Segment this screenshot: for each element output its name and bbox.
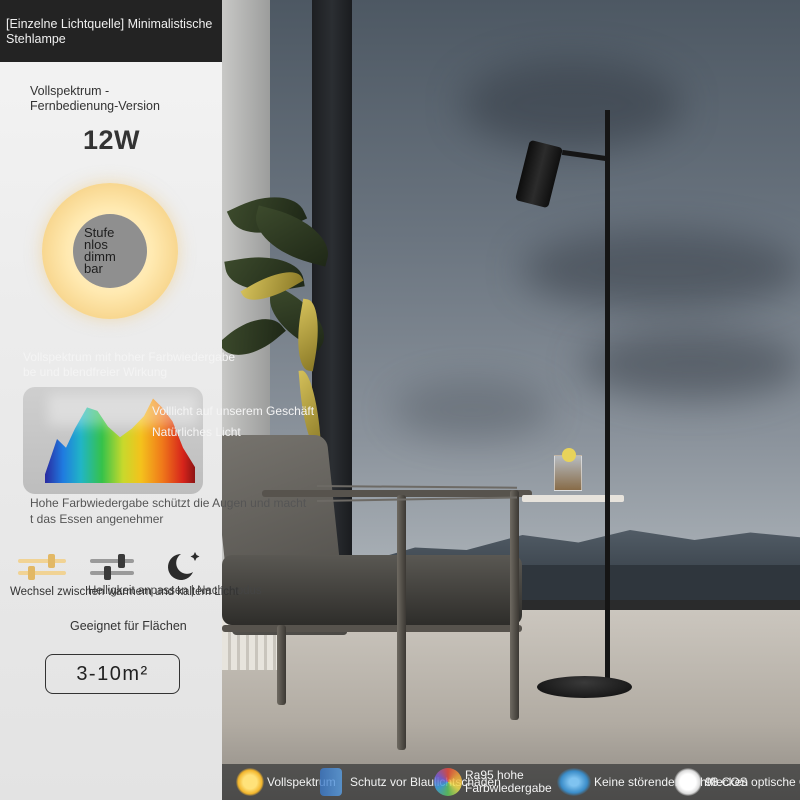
chair-leg — [277, 625, 286, 705]
feature-strip: Vollspektrum Schutz vor Blaulichtschäden… — [222, 764, 800, 800]
optics-badge-icon — [674, 768, 702, 796]
version-subtitle: Vollspektrum - Fernbedienung-Version — [30, 84, 160, 113]
lamp-pole — [605, 110, 610, 685]
color-temperature-icon — [18, 553, 68, 583]
food-caption-1: Hohe Farbwiedergabe schützt die Augen un… — [30, 496, 307, 510]
area-value-badge: 3-10m² — [45, 654, 180, 694]
lamp-head — [515, 139, 563, 209]
light-spot-icon — [557, 768, 591, 796]
sun-icon — [236, 768, 264, 796]
blue-light-shield-icon — [320, 768, 342, 796]
product-photo — [222, 0, 800, 800]
spectrum-caption-1: Vollspektrum mit hoher Farbwiedergabe — [23, 350, 236, 364]
chair-rail — [222, 625, 522, 632]
chair-seat — [222, 555, 522, 625]
spectrum-legend-bottom: Natürliches Licht — [152, 425, 241, 439]
suitable-area-label: Geeignet für Flächen — [70, 619, 187, 633]
product-title: [Einzelne Lichtquelle] Minimalistische S… — [6, 17, 213, 46]
spectrum-caption-2: be und blendfreier Wirkung — [23, 365, 168, 379]
chair-leg — [510, 490, 519, 720]
color-wheel-icon — [434, 768, 462, 796]
chair-leg — [397, 495, 406, 750]
lamp-base — [537, 676, 632, 698]
night-mode-icon — [163, 548, 203, 584]
feature-optics-quality: 98.COS optische Qualität — [674, 764, 800, 800]
spectrum-legend-top: Volllicht auf unserem Geschäft — [152, 404, 315, 418]
brightness-slider-icon — [90, 553, 140, 583]
food-caption-2: t das Essen angenehmer — [30, 512, 164, 526]
lamp-arm — [561, 149, 608, 162]
wattage-label: 12W — [83, 125, 141, 155]
feature-high-cri: Ra95 hohe Farbwiedergabe — [434, 764, 552, 800]
lemon-slice — [562, 448, 576, 462]
dimming-glow-graphic: Stufe nlos dimm bar — [42, 183, 178, 319]
title-bar: [Einzelne Lichtquelle] Minimalistische S… — [0, 0, 222, 62]
mode-caption-front: Wechsel zwischen warmem und kaltem Licht — [10, 586, 239, 598]
dimming-badge: Stufe nlos dimm bar — [73, 214, 147, 288]
info-panel: [Einzelne Lichtquelle] Minimalistische S… — [0, 0, 222, 800]
